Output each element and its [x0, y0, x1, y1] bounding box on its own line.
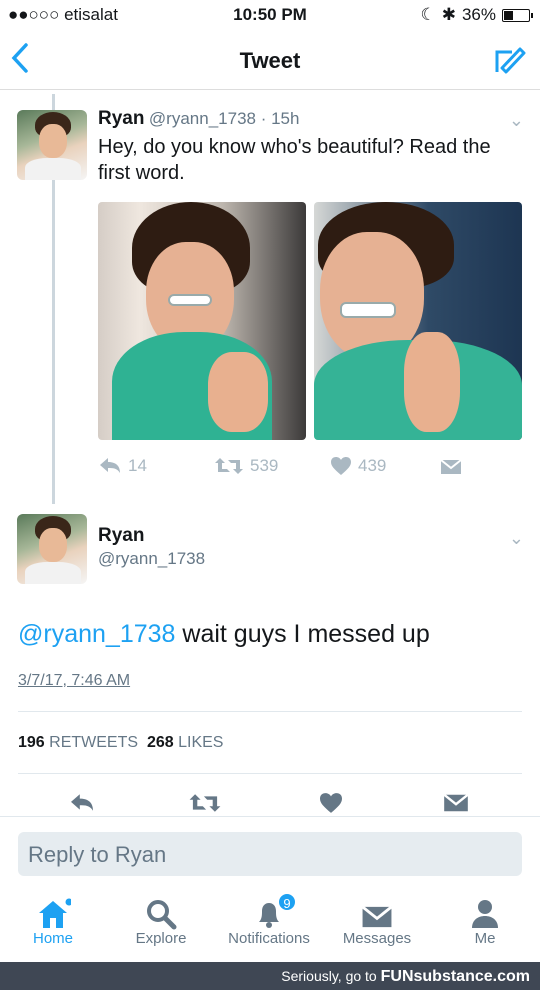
author-name[interactable]: Ryan: [98, 525, 144, 547]
reply-icon: [100, 458, 120, 473]
person-icon: [472, 900, 498, 928]
notification-badge: 9: [277, 892, 297, 912]
retweet-icon: [189, 794, 221, 812]
battery-percent: 36%: [461, 5, 496, 24]
engagement-stats: 196 RETWEETS 268 LIKES: [18, 734, 223, 752]
tab-label: Explore: [135, 930, 187, 947]
main-tweet-text: @ryann_1738 wait guys I messed up: [18, 620, 430, 649]
retweet-total[interactable]: 196: [18, 734, 45, 751]
retweet-total-label[interactable]: RETWEETS: [49, 734, 138, 751]
tweet-body: wait guys I messed up: [182, 620, 430, 648]
like-action[interactable]: 439: [330, 456, 386, 476]
chevron-down-icon[interactable]: ⌄: [509, 528, 524, 549]
watermark-footer: Seriously, go to FUNsubstance.com: [0, 962, 540, 990]
tweet-photo-2[interactable]: [314, 202, 522, 440]
tab-label: Home: [32, 930, 73, 947]
status-right: ☾ ✱ 36%: [420, 5, 533, 25]
tab-explore[interactable]: Explore: [111, 888, 211, 947]
tab-label: Notifications: [228, 930, 310, 947]
tab-label: Messages: [342, 930, 412, 947]
divider: [18, 711, 522, 712]
divider: [18, 773, 522, 774]
like-total-label[interactable]: LIKES: [178, 734, 223, 751]
status-bar: ●●○○○ etisalat 10:50 PM ☾ ✱ 36%: [0, 0, 540, 30]
like-button[interactable]: [318, 792, 344, 819]
chevron-down-icon[interactable]: ⌄: [509, 110, 524, 131]
envelope-icon: [443, 793, 469, 812]
tab-home[interactable]: Home: [3, 888, 103, 947]
tweet-timestamp[interactable]: 3/7/17, 7:46 AM: [18, 672, 130, 690]
mention-link[interactable]: @ryann_1738: [18, 620, 175, 648]
compose-button[interactable]: [494, 46, 526, 81]
retweet-button[interactable]: [188, 792, 222, 819]
battery-icon: [502, 8, 533, 22]
tweet-actions: 14 539 439: [98, 456, 478, 482]
tweet-text: Hey, do you know who's beautiful? Read t…: [98, 136, 491, 184]
reply-icon: [71, 794, 93, 811]
avatar[interactable]: [17, 110, 87, 180]
envelope-icon: [440, 459, 462, 474]
like-total[interactable]: 268: [147, 734, 174, 751]
tab-notifications[interactable]: 9 Notifications: [219, 888, 319, 947]
author-handle[interactable]: @ryann_1738: [98, 549, 205, 569]
envelope-icon: [361, 905, 393, 928]
tweet-header: Ryan @ryann_1738 · 15h: [98, 108, 518, 130]
divider: [0, 816, 540, 817]
author-handle-time: @ryann_1738 · 15h: [148, 109, 300, 128]
page-title: Tweet: [239, 48, 301, 73]
retweet-icon: [215, 458, 243, 474]
reply-button[interactable]: [68, 792, 96, 819]
compose-icon: [495, 47, 526, 74]
reply-count: 14: [128, 456, 147, 475]
tab-me[interactable]: Me: [435, 888, 535, 947]
bluetooth-icon: ✱: [441, 5, 456, 24]
like-count: 439: [358, 456, 387, 475]
retweet-count: 539: [250, 456, 279, 475]
tab-messages[interactable]: Messages: [327, 888, 427, 947]
author-name[interactable]: Ryan: [98, 108, 144, 129]
footer-brand: FUNsubstance.com: [380, 968, 530, 985]
reply-input[interactable]: Reply to Ryan: [18, 832, 522, 876]
tab-label: Me: [474, 930, 496, 947]
avatar[interactable]: [17, 514, 87, 584]
search-icon: [147, 900, 177, 930]
footer-text: Seriously, go to: [281, 968, 377, 984]
reply-action[interactable]: 14: [98, 456, 147, 476]
tab-bar: Home Explore 9 Notifications Messages Me: [0, 888, 540, 960]
heart-icon: [331, 457, 351, 475]
home-icon: [39, 898, 71, 928]
heart-icon: [320, 793, 342, 813]
retweet-action[interactable]: 539: [214, 456, 278, 476]
tweet-photo-1[interactable]: [98, 202, 306, 440]
dm-action[interactable]: [440, 458, 462, 476]
main-tweet-actions: [0, 792, 540, 818]
dm-button[interactable]: [443, 792, 469, 819]
moon-icon: ☾: [420, 5, 436, 24]
navigation-bar: Tweet: [0, 32, 540, 90]
